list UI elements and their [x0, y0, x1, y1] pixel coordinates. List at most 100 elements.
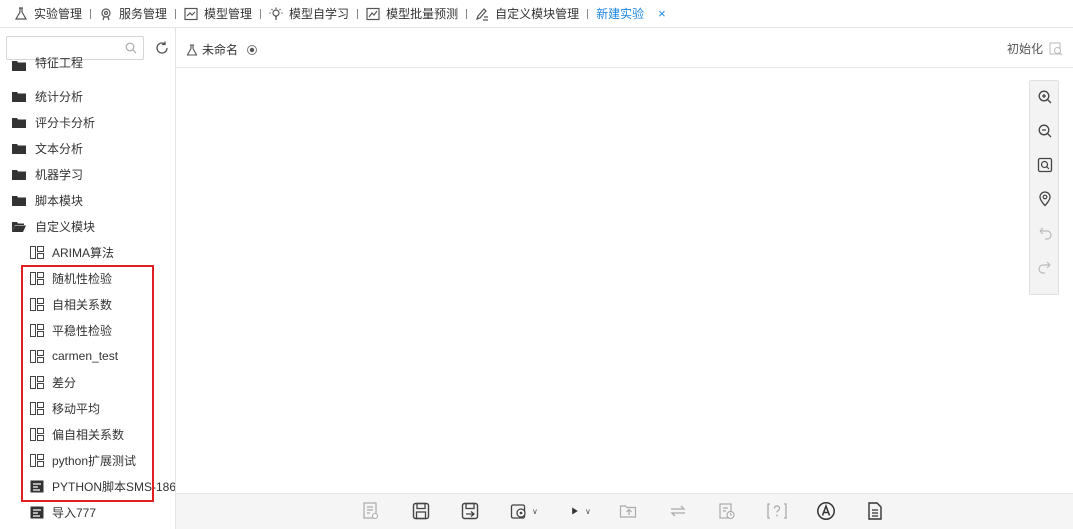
text-a-icon	[817, 502, 835, 520]
bottom-toolbar: ∨ ∨	[176, 493, 1073, 529]
experiment-header: 未命名 初始化	[176, 28, 1073, 68]
nav-item-experiment-management[interactable]: 实验管理	[14, 5, 82, 22]
tab-label: 新建实验	[596, 7, 645, 21]
nav-divider	[587, 8, 589, 19]
folder-label: 文本分析	[35, 141, 84, 156]
nav-item-model-self-learning[interactable]: 模型自学习	[269, 5, 349, 22]
folder-script-modules[interactable]: 脚本模块	[12, 187, 83, 213]
trend-icon	[366, 7, 380, 20]
save-icon	[412, 502, 430, 520]
folder-icon	[12, 91, 26, 102]
document-icon	[868, 502, 882, 520]
zoom-in-icon[interactable]	[1037, 89, 1053, 105]
module-label: ARIMA算法	[52, 245, 115, 260]
text-a-button[interactable]	[816, 500, 836, 522]
experiment-title[interactable]: 未命名	[186, 41, 258, 58]
nav-divider	[175, 8, 177, 19]
import-icon	[619, 505, 637, 518]
nav-label: 自定义模块管理	[495, 7, 580, 21]
initialize-icon	[1049, 42, 1063, 55]
chart-icon	[184, 7, 198, 20]
help-icon	[767, 503, 787, 519]
swap-icon	[670, 505, 686, 517]
folder-icon	[12, 143, 26, 154]
folder-statistics[interactable]: 统计分析	[12, 83, 83, 109]
nav-item-batch-prediction[interactable]: 模型批量预测	[366, 5, 458, 22]
module-search-input[interactable]	[7, 37, 119, 59]
locate-icon[interactable]	[1037, 191, 1053, 207]
bulb-icon	[269, 7, 283, 20]
settings-dropdown-button[interactable]: ∨	[509, 500, 538, 522]
folder-icon	[12, 61, 26, 71]
initialize-button[interactable]: 初始化	[1007, 40, 1063, 57]
folder-label: 机器学习	[35, 167, 84, 182]
save-as-button[interactable]	[460, 500, 480, 522]
report-button[interactable]	[361, 500, 381, 522]
service-icon	[101, 7, 111, 20]
undo-icon[interactable]	[1037, 225, 1053, 241]
folder-feature-engineering[interactable]: 特征工程	[12, 57, 83, 71]
flask-icon	[186, 43, 198, 56]
search-icon[interactable]	[125, 42, 137, 54]
close-tab-icon[interactable]: ×	[658, 6, 666, 21]
swap-button[interactable]	[668, 500, 688, 522]
module-import-777[interactable]: 导入777	[30, 499, 96, 525]
nav-divider	[466, 8, 468, 19]
save-as-icon	[461, 502, 479, 520]
nav-divider	[357, 8, 359, 19]
folder-label: 特征工程	[35, 57, 84, 70]
initialize-label: 初始化	[1006, 42, 1043, 56]
folder-machine-learning[interactable]: 机器学习	[12, 161, 83, 187]
module-icon	[30, 245, 44, 259]
report-icon	[363, 502, 379, 520]
schedule-button[interactable]	[717, 500, 737, 522]
canvas-zoom-toolbar	[1029, 80, 1059, 295]
nav-item-custom-module-management[interactable]: 自定义模块管理	[475, 5, 579, 22]
run-icon	[572, 507, 578, 515]
import-button[interactable]	[618, 500, 638, 522]
nav-label: 模型管理	[204, 7, 253, 21]
nav-divider	[260, 8, 262, 19]
top-navigation: 实验管理 服务管理 模型管理 模型自学习 模型批量预测 自定义模块管理 新建实验…	[0, 0, 1073, 28]
nav-item-service-management[interactable]: 服务管理	[99, 5, 167, 22]
highlight-annotation-box	[21, 265, 154, 502]
folder-label: 脚本模块	[35, 193, 84, 208]
module-sidebar: 特征工程 统计分析 评分卡分析 文本分析 机器学习 脚本模块 自定义模块 ARI…	[0, 28, 176, 529]
folder-icon	[12, 117, 26, 128]
run-dropdown-button[interactable]: ∨	[568, 500, 591, 522]
zoom-out-icon[interactable]	[1037, 123, 1053, 139]
schedule-icon	[719, 503, 735, 520]
module-label: 导入777	[52, 505, 97, 520]
redo-icon[interactable]	[1037, 259, 1053, 275]
folder-label: 统计分析	[35, 89, 84, 104]
save-button[interactable]	[411, 500, 431, 522]
nav-label: 服务管理	[119, 7, 168, 21]
nav-label: 模型批量预测	[386, 7, 459, 21]
experiment-title-text: 未命名	[202, 43, 239, 57]
tab-new-experiment[interactable]: 新建实验	[596, 5, 644, 22]
module-arima[interactable]: ARIMA算法	[30, 239, 114, 265]
folder-label: 自定义模块	[35, 219, 96, 234]
refresh-icon[interactable]	[154, 40, 170, 56]
help-button[interactable]	[765, 500, 789, 522]
flask-icon	[14, 6, 28, 20]
nav-divider	[90, 8, 92, 19]
script-module-icon	[30, 506, 44, 518]
folder-icon	[12, 169, 26, 180]
folder-label: 评分卡分析	[35, 115, 96, 130]
status-dot-icon	[247, 44, 258, 55]
chevron-down-icon: ∨	[532, 506, 538, 516]
settings-icon	[510, 504, 526, 519]
folder-open-icon	[12, 221, 26, 232]
folder-scorecard[interactable]: 评分卡分析	[12, 109, 95, 135]
experiment-canvas[interactable]	[176, 68, 1073, 493]
document-button[interactable]	[865, 500, 885, 522]
folder-custom-modules[interactable]: 自定义模块	[12, 213, 95, 239]
folder-icon	[12, 195, 26, 206]
chevron-down-icon: ∨	[585, 506, 591, 516]
nav-item-model-management[interactable]: 模型管理	[184, 5, 252, 22]
folder-text-analysis[interactable]: 文本分析	[12, 135, 83, 161]
edit-icon	[476, 7, 489, 21]
nav-label: 实验管理	[34, 7, 83, 21]
fit-view-icon[interactable]	[1037, 157, 1053, 173]
